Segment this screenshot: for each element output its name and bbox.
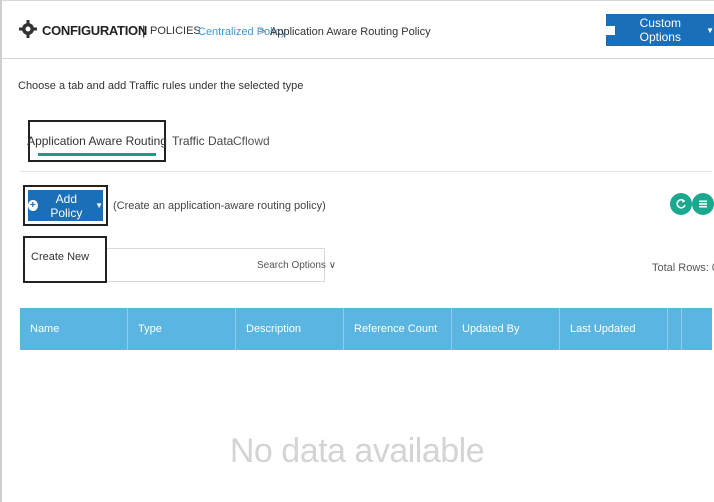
tab-label: Application Aware Routing	[27, 134, 167, 148]
refresh-icon	[676, 199, 686, 209]
list-icon	[699, 200, 707, 208]
caret-down-icon: ▼	[706, 25, 714, 35]
add-policy-hint: (Create an application-aware routing pol…	[113, 200, 326, 212]
gear-icon	[19, 20, 37, 38]
column-header-description[interactable]: Description	[236, 308, 344, 350]
column-menu-button[interactable]	[692, 193, 714, 215]
breadcrumb-separator: |	[142, 23, 146, 38]
plus-icon: +	[28, 200, 38, 211]
policy-tabs: Application Aware Routing Traffic Data C…	[20, 110, 712, 172]
breadcrumb-current-page: Application Aware Routing Policy	[270, 26, 431, 38]
column-header-last-updated[interactable]: Last Updated	[560, 308, 668, 350]
column-header-spacer	[668, 308, 682, 350]
table-header: Name Type Description Reference Count Up…	[20, 308, 712, 350]
tab-application-aware-routing[interactable]: Application Aware Routing	[27, 120, 167, 162]
breadcrumb-arrow: >	[259, 26, 266, 38]
column-header-actions	[682, 308, 712, 350]
column-header-reference-count[interactable]: Reference Count	[344, 308, 452, 350]
menu-item-create-new[interactable]: Create New	[31, 251, 89, 263]
add-policy-highlight: + Add Policy ▼	[23, 185, 108, 226]
breadcrumb-configuration: CONFIGURATION	[42, 23, 147, 38]
search-input[interactable]	[109, 255, 249, 277]
empty-table-message: No data available	[229, 432, 485, 470]
search-bar: Search Options ∨	[105, 248, 336, 282]
breadcrumb-policies: POLICIES	[150, 25, 201, 37]
column-header-name[interactable]: Name	[20, 308, 128, 350]
instruction-text: Choose a tab and add Traffic rules under…	[18, 80, 304, 92]
add-policy-dropdown-menu: Create New	[23, 236, 107, 283]
custom-options-button[interactable]: Custom Options ▼	[606, 14, 714, 46]
custom-options-label: Custom Options	[639, 16, 681, 44]
total-rows-count: Total Rows: 0	[652, 262, 714, 274]
active-tab-indicator	[38, 153, 156, 156]
add-policy-label: Add Policy	[50, 191, 83, 220]
square-icon	[606, 25, 615, 35]
tab-cflowd[interactable]: Cflowd	[233, 134, 270, 148]
column-header-type[interactable]: Type	[128, 308, 236, 350]
refresh-button[interactable]	[670, 193, 692, 215]
search-options-dropdown[interactable]: Search Options ∨	[257, 260, 336, 271]
tab-traffic-data[interactable]: Traffic Data	[172, 134, 233, 148]
add-policy-button[interactable]: + Add Policy ▼	[28, 190, 103, 221]
caret-down-icon: ▼	[95, 201, 103, 210]
column-header-updated-by[interactable]: Updated By	[452, 308, 560, 350]
page-header: CONFIGURATION | POLICIES Centralized Pol…	[2, 1, 714, 59]
